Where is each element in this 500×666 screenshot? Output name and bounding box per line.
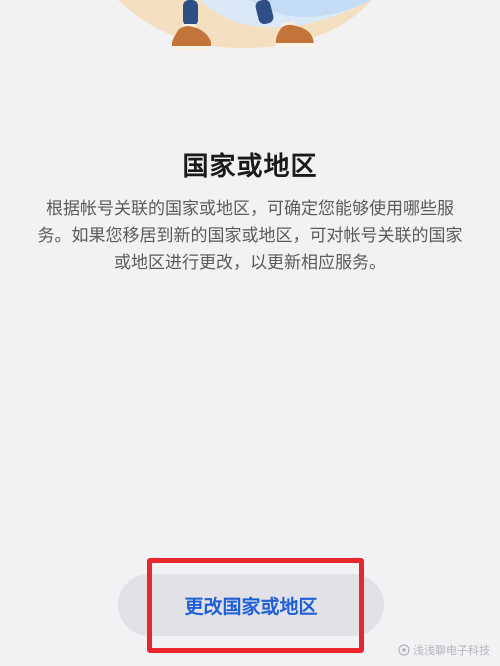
region-illustration (118, 0, 372, 50)
watermark-text: 浅浅聊电子科技 (413, 644, 490, 657)
watermark-logo-icon (398, 644, 410, 656)
watermark: 浅浅聊电子科技 (398, 642, 490, 658)
page-title: 国家或地区 (182, 152, 318, 182)
change-region-button[interactable]: 更改国家或地区 (118, 574, 384, 636)
change-region-button-label: 更改国家或地区 (184, 595, 318, 618)
region-description: 根据帐号关联的国家或地区，可确定您能够使用哪些服务。如果您移居到新的国家或地区，… (37, 199, 463, 273)
